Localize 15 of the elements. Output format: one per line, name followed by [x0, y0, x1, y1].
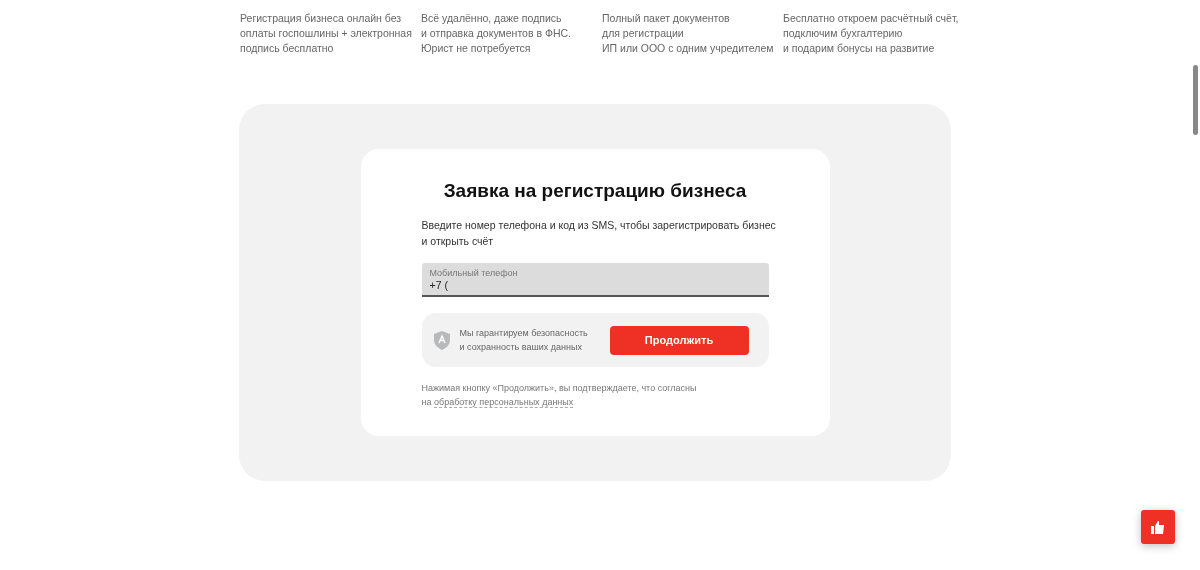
- shield-icon: [433, 330, 450, 350]
- feature-description: Регистрация бизнеса онлайн без оплаты госпошлины + электронная подпись бесплатно: [240, 11, 412, 56]
- feature-description: Всё удалённо, даже подпись и отправка документов в ФНС. Юрист не потребуется: [421, 11, 571, 56]
- phone-input-field[interactable]: Мобильный телефон +7 (: [421, 263, 769, 297]
- feature-description: Бесплатно откроем расчётный счёт, подключим бухгалтерию и подарим бонусы на развитие: [783, 11, 959, 56]
- feature-description: Полный пакет документов для регистрации ИП или ООО с одним учредителем: [602, 11, 774, 56]
- scrollbar[interactable]: [1193, 65, 1198, 135]
- feedback-button[interactable]: [1141, 510, 1175, 544]
- privacy-link[interactable]: обработку персональных данных: [434, 397, 574, 408]
- form-subtitle: Введите номер телефона и код из SMS, чтобы зарегистрировать бизнес и открыть счёт: [421, 218, 776, 249]
- form-title: Заявка на регистрацию бизнеса: [442, 179, 748, 203]
- consent-note: Нажимая кнопку «Продолжить», вы подтверждаете, что согласны на обработку персональных данных: [421, 382, 698, 409]
- continue-button[interactable]: Продолжить: [609, 325, 749, 355]
- thumbs-up-icon: [1151, 520, 1165, 534]
- security-note: Мы гарантируем безопасность и сохранность ваших данных: [459, 327, 589, 354]
